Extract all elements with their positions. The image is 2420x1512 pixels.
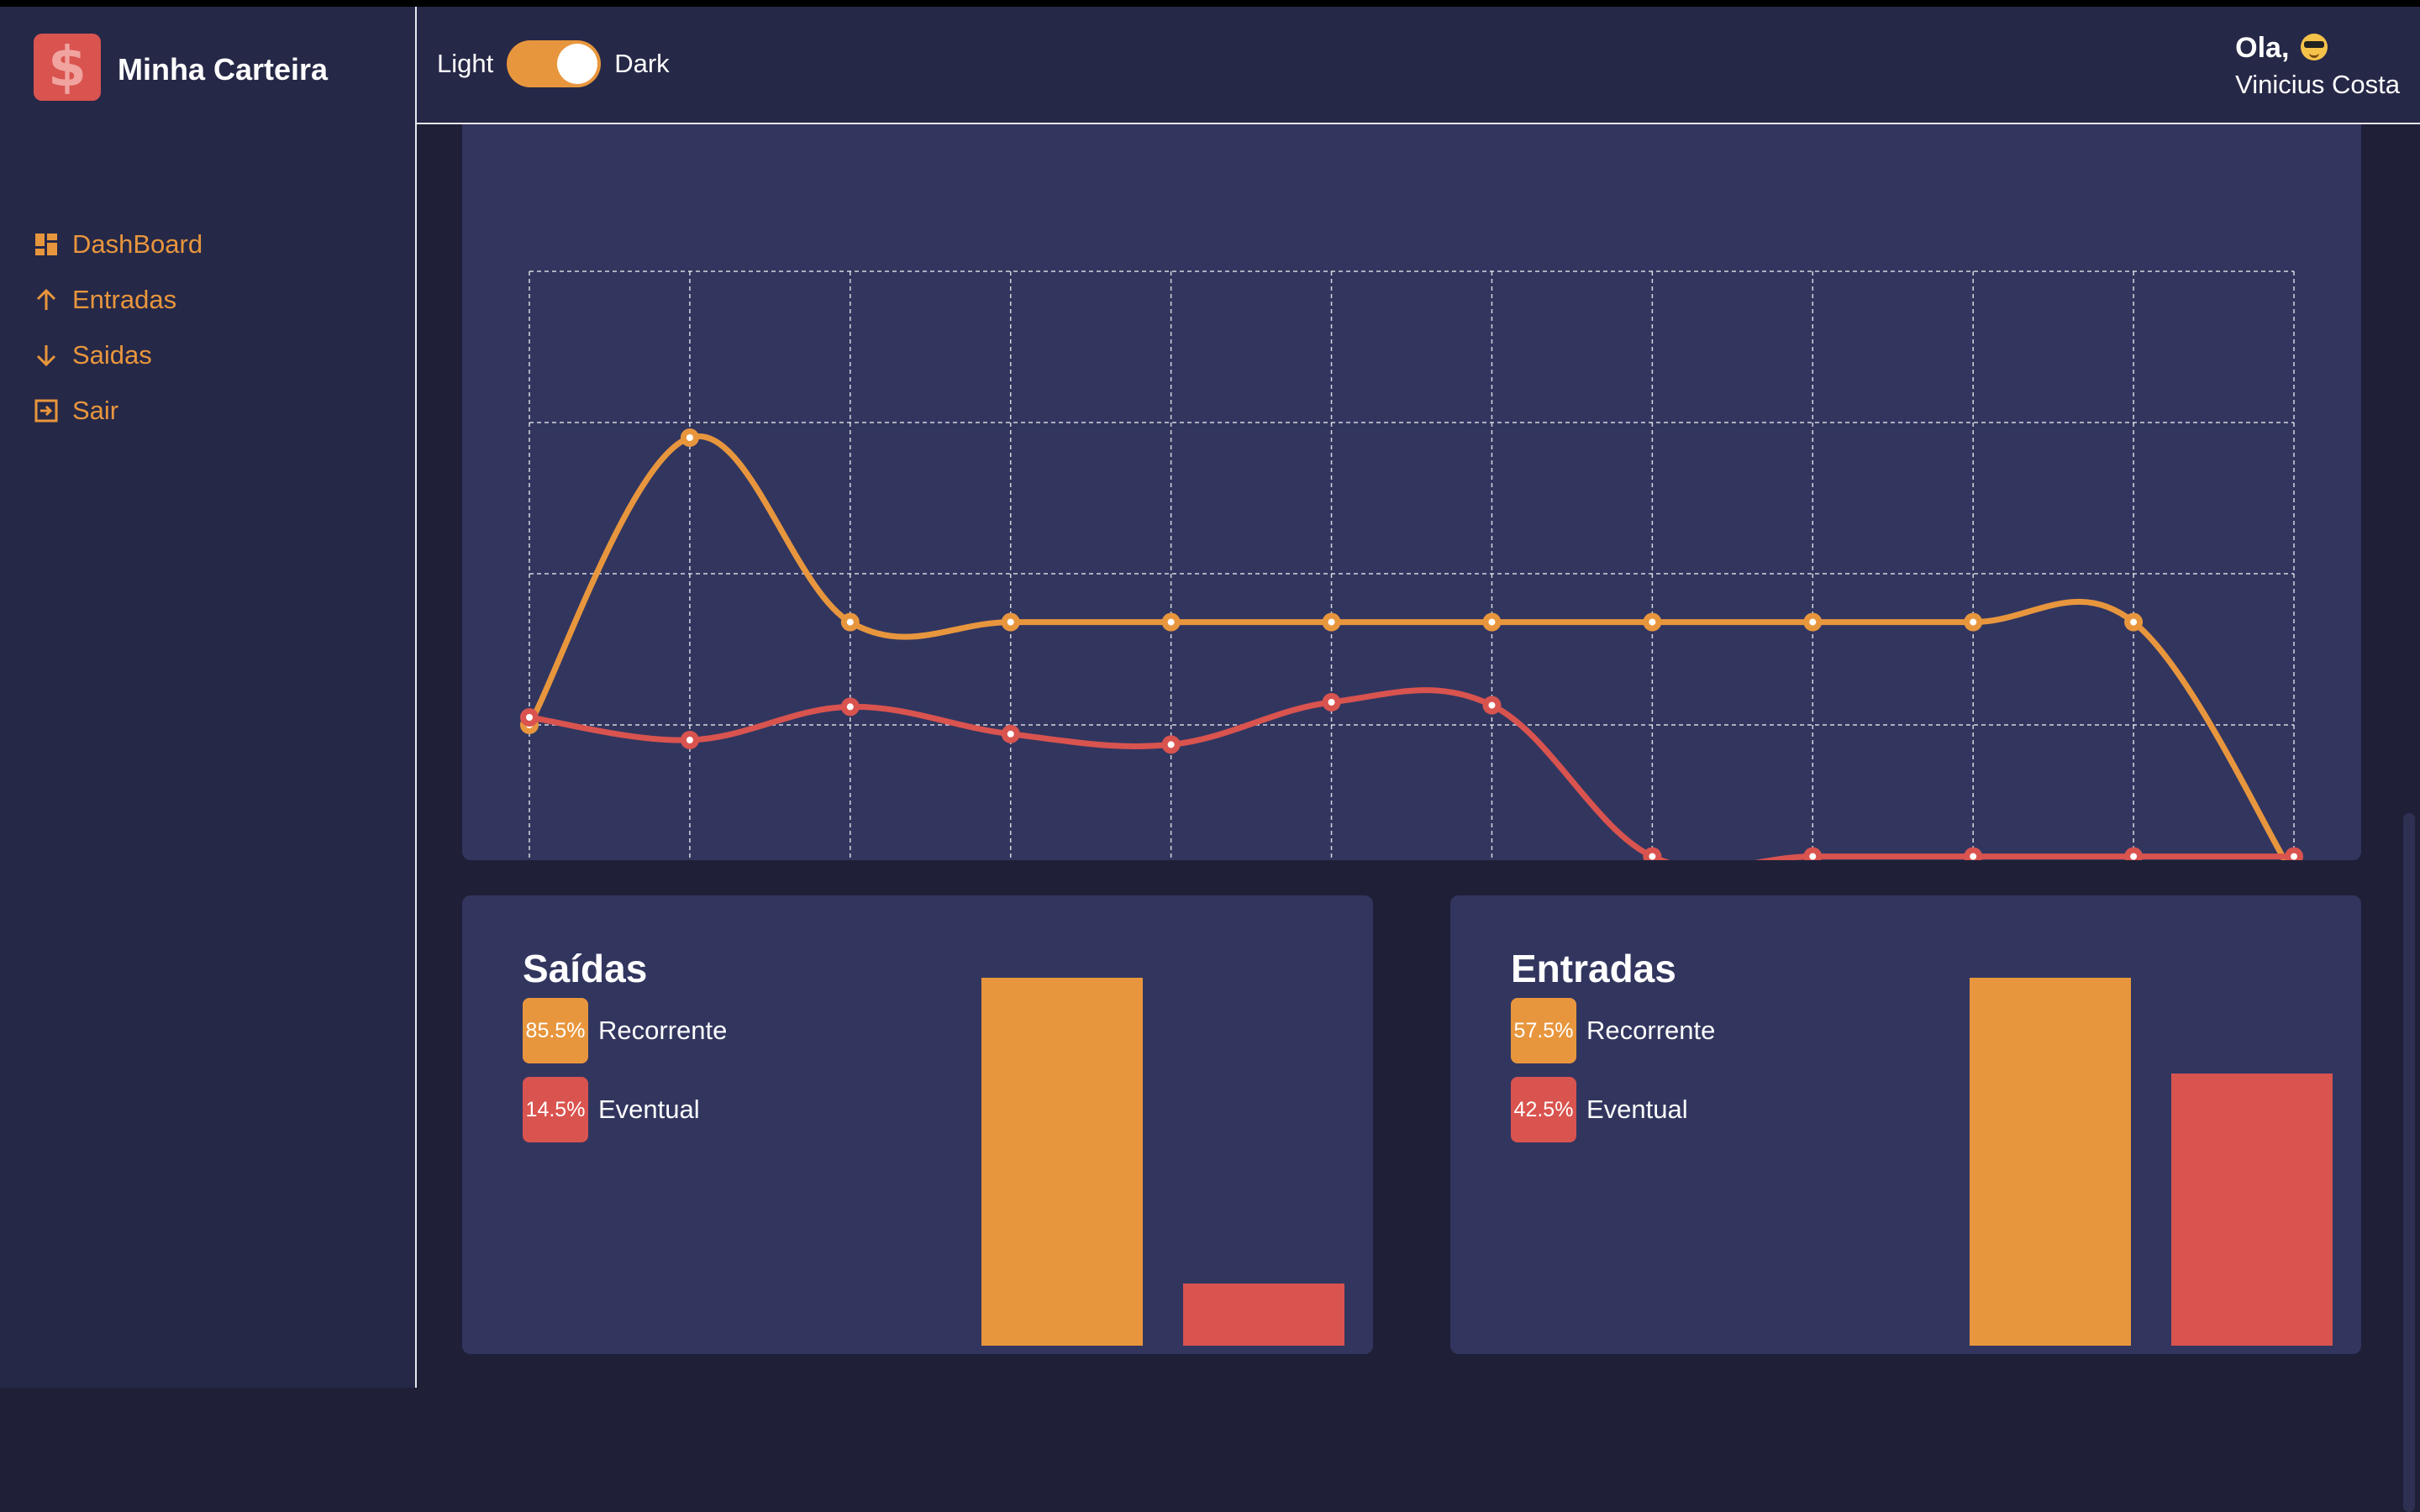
bar-eventual [1183,1283,1344,1346]
data-point-center [2130,853,2138,860]
card-title: Saídas [523,947,648,990]
user-name: Vinicius Costa [2235,70,2400,99]
sidebar-item-label: Saidas [72,340,152,370]
sidebar-item-entradas[interactable]: Entradas [34,272,203,328]
sidebar-item-label: DashBoard [72,229,203,259]
data-point-center [2130,618,2138,626]
sidebar-item-label: Entradas [72,285,177,314]
card-title: Entradas [1511,947,1676,990]
data-point-center [1007,730,1014,738]
bar-recorrente [981,978,1143,1346]
data-point-center [846,703,854,711]
bar-recorrente [1970,978,2131,1346]
user-greeting: Ola, Vinicius Costa [2235,32,2400,100]
scrollbar-thumb[interactable] [2403,813,2415,1512]
legend-badge: 85.5% [523,998,588,1063]
sidebar-item-saidas[interactable]: Saidas [34,328,203,383]
legend-label: Eventual [1586,1095,1688,1124]
data-point-center [1488,618,1496,626]
legend-badge: 14.5% [523,1077,588,1142]
app-title: Minha Carteira [118,52,329,87]
dashboard-content: JanFevMarAbrMaiJunJulAgoSetOutNovDez Saí… [418,124,2398,1388]
entradas-card: Entradas 57.5% Recorrente 42.5% Eventual [1450,895,2361,1354]
data-point-center [1167,741,1175,748]
data-point-center [1970,618,1977,626]
bar-eventual [2171,1074,2333,1346]
vertical-scrollbar[interactable] [2398,124,2420,1512]
sunglasses-emoji-icon [2300,34,2328,60]
dollar-icon: $ [48,34,87,99]
data-point-center [686,737,693,743]
legend-label: Recorrente [598,1016,728,1045]
header: Light Dark Ola, Vinicius Costa [417,7,2420,124]
saidas-card: Saídas 85.5% Recorrente 14.5% Eventual [462,895,1373,1354]
legend-item-recorrente: 85.5% Recorrente [523,998,727,1063]
sidebar-menu: DashBoard Entradas Saidas Sair [34,217,203,438]
theme-switcher: Light Dark [437,40,670,87]
data-point-center [1328,618,1335,626]
greeting-text: Ola, [2235,32,2290,64]
logo: $ [34,34,101,101]
data-point-center [1649,853,1656,860]
sidebar-item-sair[interactable]: Sair [34,383,203,438]
legend-item-eventual: 14.5% Eventual [523,1077,700,1142]
data-point-center [2291,853,2297,860]
series-line-1 [526,687,2297,872]
legend-label: Eventual [598,1095,700,1124]
window-top-edge [0,0,2420,7]
sidebar: $ Minha Carteira DashBoard Entradas Said… [0,7,417,1388]
toggle-knob [557,44,598,84]
theme-light-label: Light [437,49,494,78]
data-point-center [1809,618,1817,626]
legend-item-eventual: 42.5% Eventual [1511,1077,1688,1142]
data-point-center [1649,618,1656,626]
series-line-0 [526,433,2297,879]
legend-badge: 57.5% [1511,998,1576,1063]
legend-label: Recorrente [1586,1016,1716,1045]
sidebar-item-dashboard[interactable]: DashBoard [34,217,203,272]
data-point-center [1970,853,1977,860]
history-chart-card: JanFevMarAbrMaiJunJulAgoSetOutNovDez [462,124,2361,914]
arrow-down-icon [34,343,59,368]
data-point-center [1328,699,1335,706]
data-point-center [686,434,693,441]
history-line-chart: JanFevMarAbrMaiJunJulAgoSetOutNovDez [509,270,2317,914]
theme-dark-label: Dark [614,49,670,78]
data-point-center [526,714,533,721]
legend-badge: 42.5% [1511,1077,1576,1142]
legend-item-recorrente: 57.5% Recorrente [1511,998,1715,1063]
exit-icon [34,398,59,423]
sidebar-item-label: Sair [72,396,119,425]
data-point-center [846,618,854,626]
data-point-center [1809,853,1817,860]
data-point-center [1167,618,1175,626]
theme-toggle[interactable] [507,40,602,87]
data-point-center [1488,701,1496,709]
arrow-up-icon [34,287,59,312]
data-point-center [1007,618,1014,626]
dashboard-icon [34,232,59,257]
